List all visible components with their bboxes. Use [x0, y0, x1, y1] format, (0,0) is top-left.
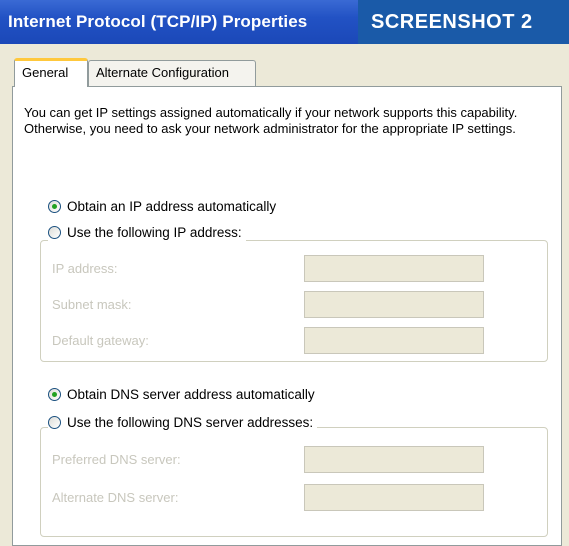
preferred-dns-label: Preferred DNS server:	[52, 452, 181, 467]
radio-selected-icon[interactable]	[48, 387, 61, 401]
use-following-ip-radio[interactable]: Use the following IP address:	[48, 222, 246, 242]
obtain-ip-auto-label: Obtain an IP address automatically	[67, 198, 277, 214]
ip-address-input[interactable]	[304, 255, 484, 282]
intro-text: You can get IP settings assigned automat…	[24, 105, 518, 136]
default-gateway-label: Default gateway:	[52, 333, 149, 348]
alternate-dns-input[interactable]	[304, 484, 484, 511]
radio-unselected-icon[interactable]	[48, 225, 61, 239]
default-gateway-input[interactable]	[304, 327, 484, 354]
obtain-dns-auto-label: Obtain DNS server address automatically	[67, 386, 315, 402]
alternate-dns-label: Alternate DNS server:	[52, 490, 179, 505]
preferred-dns-input[interactable]	[304, 446, 484, 473]
subnet-mask-input[interactable]	[304, 291, 484, 318]
radio-unselected-icon[interactable]	[48, 415, 61, 429]
use-following-ip-label: Use the following IP address:	[67, 224, 242, 240]
subnet-mask-label: Subnet mask:	[52, 297, 132, 312]
obtain-ip-auto-radio[interactable]: Obtain an IP address automatically	[48, 196, 276, 216]
screenshot-label: SCREENSHOT 2	[358, 0, 569, 44]
tab-general[interactable]: General	[14, 58, 88, 87]
obtain-dns-auto-radio[interactable]: Obtain DNS server address automatically	[48, 384, 315, 404]
use-following-dns-radio[interactable]: Use the following DNS server addresses:	[48, 412, 318, 432]
radio-selected-icon[interactable]	[48, 199, 61, 213]
tab-alternate-configuration[interactable]: Alternate Configuration	[88, 60, 256, 86]
window-title: Internet Protocol (TCP/IP) Properties	[8, 12, 308, 31]
dns-server-group	[40, 427, 548, 537]
use-following-dns-label: Use the following DNS server addresses:	[67, 414, 314, 430]
ip-address-label: IP address:	[52, 261, 118, 276]
